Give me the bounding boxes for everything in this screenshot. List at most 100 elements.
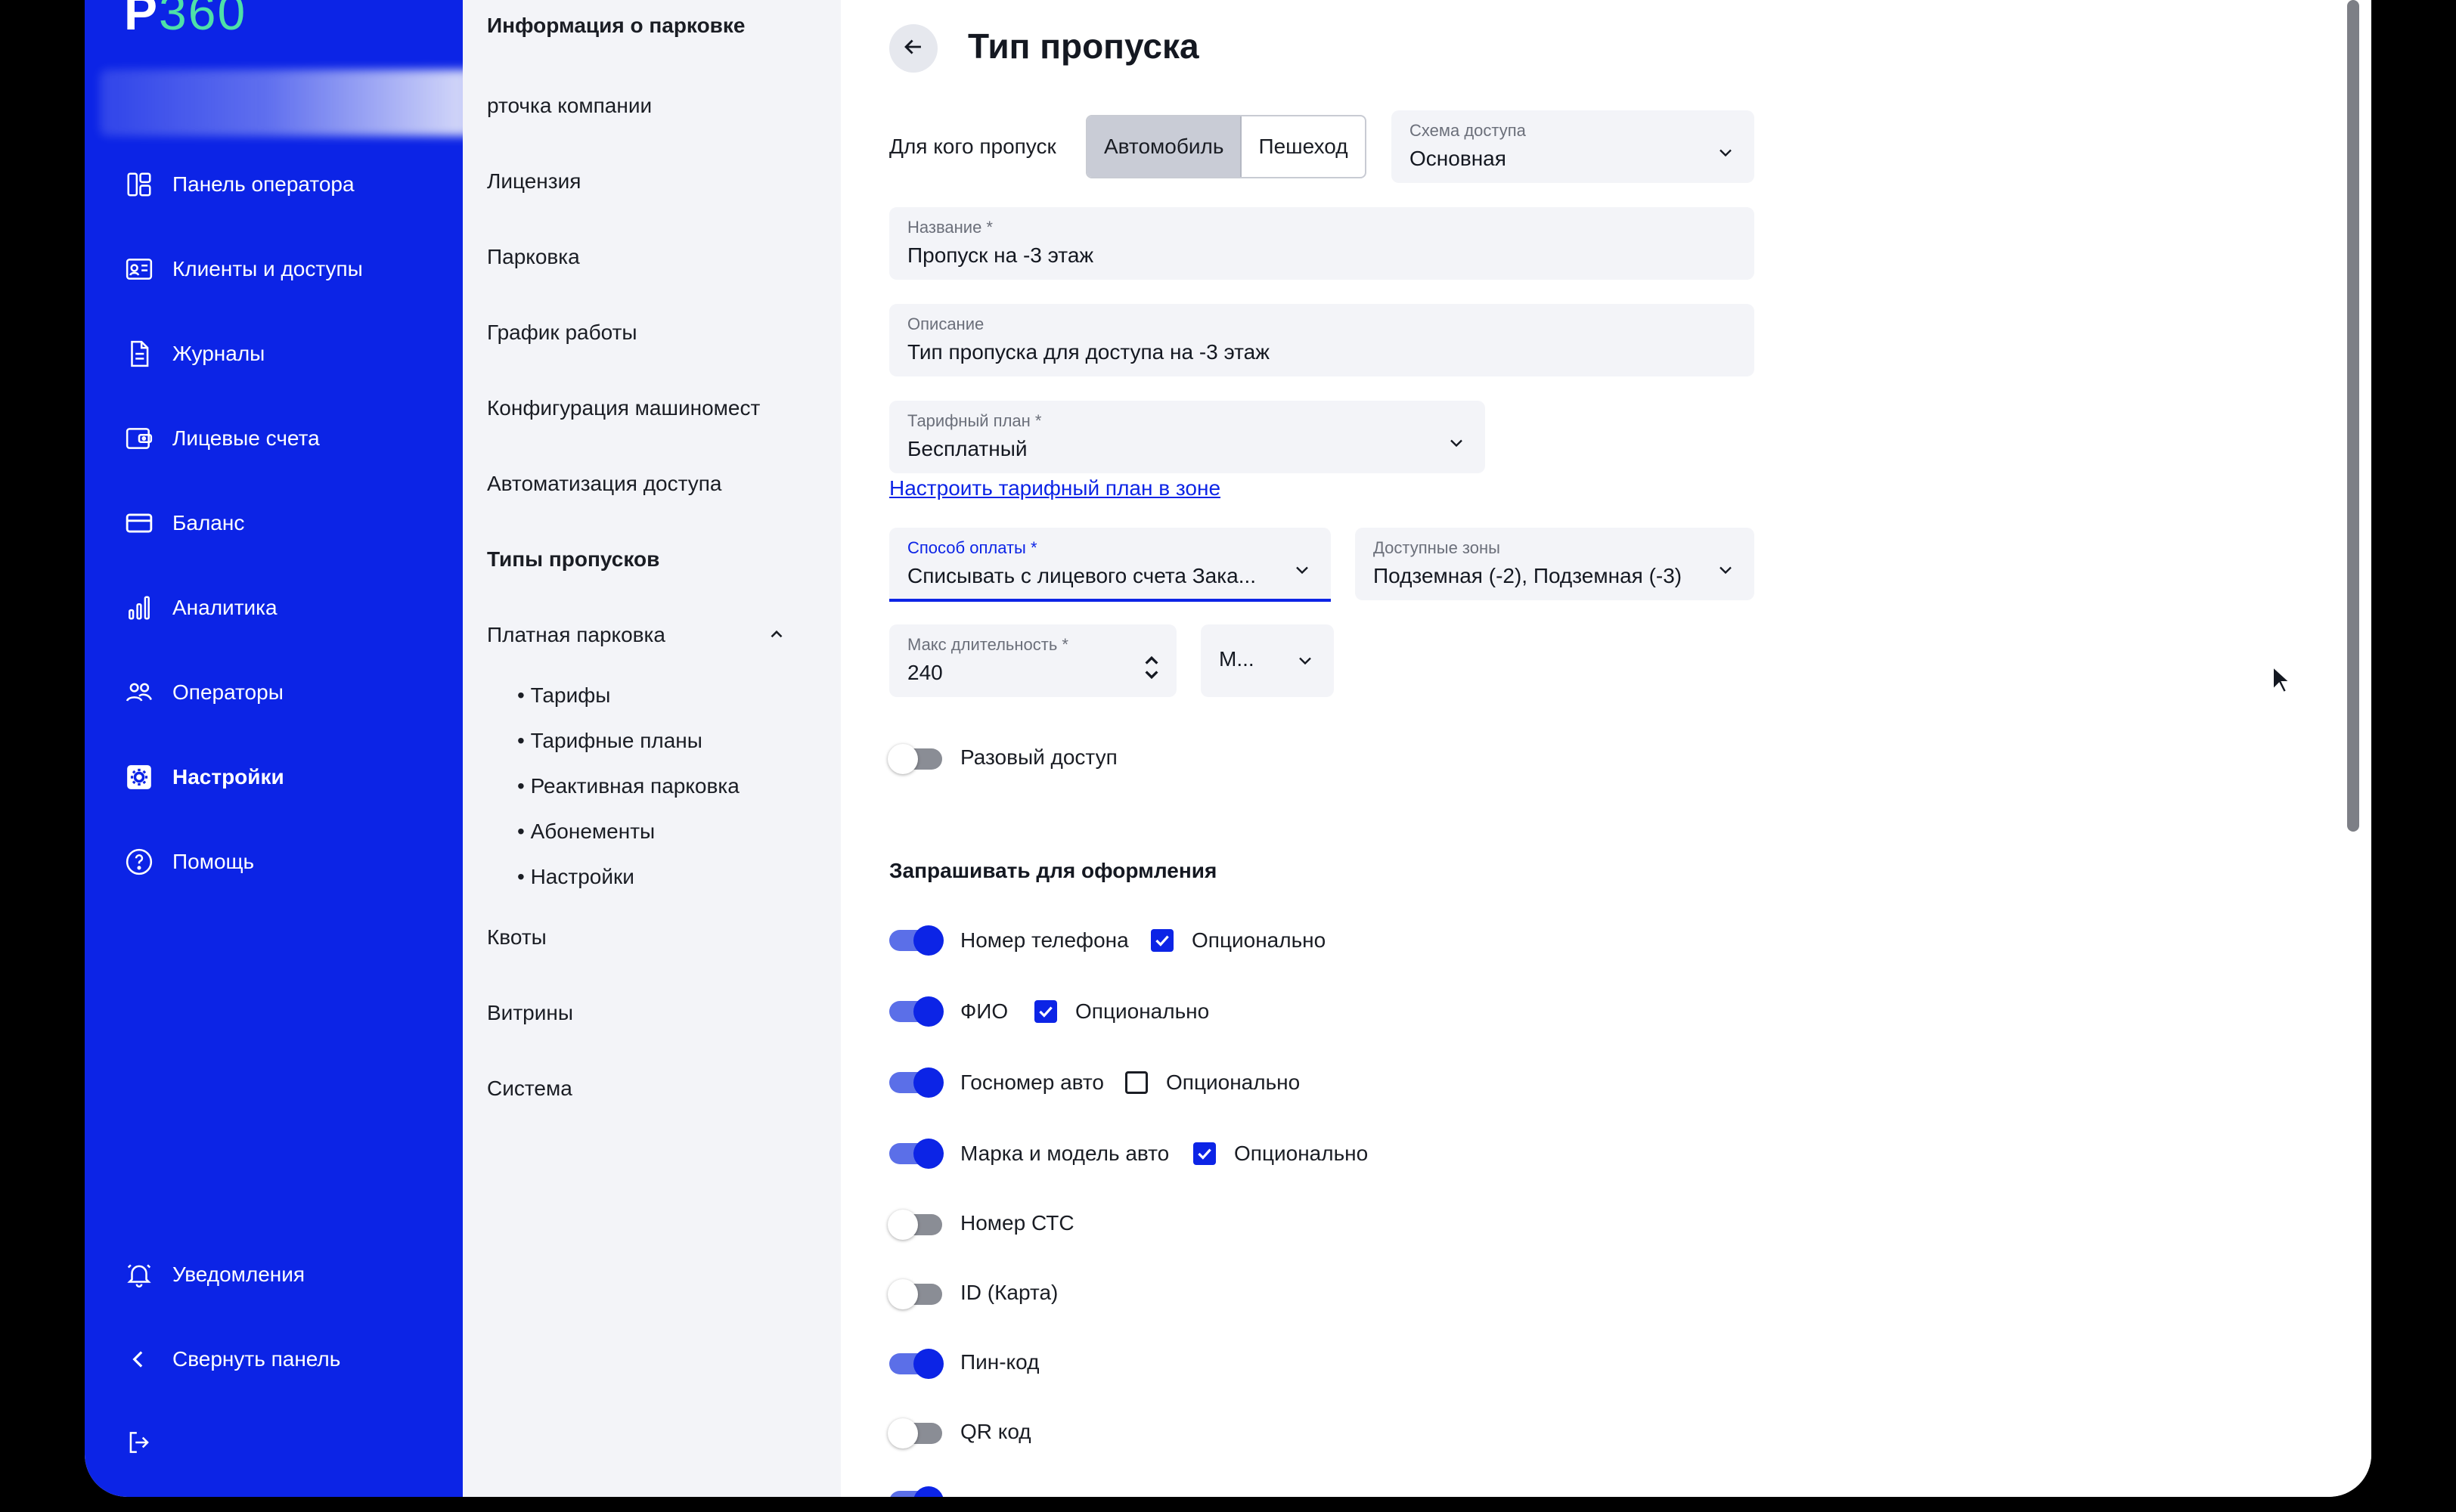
stepper-icon[interactable] — [1143, 653, 1160, 682]
next-request-toggle[interactable] — [889, 1486, 944, 1497]
subnav-child-tariff-plans[interactable]: • Тарифные планы — [517, 729, 702, 753]
fio-optional-checkbox[interactable] — [1034, 1000, 1057, 1023]
wallet-icon — [124, 423, 154, 454]
available-zones-value: Подземная (-2), Подземная (-3) — [1373, 564, 1682, 587]
name-label: Название * — [907, 218, 993, 237]
subnav-item-schedule[interactable]: График работы — [487, 321, 637, 345]
settings-icon — [124, 762, 154, 792]
card-icon — [124, 508, 154, 538]
payment-method-select[interactable]: Способ оплаты * Списывать с лицевого сче… — [889, 528, 1331, 602]
phone-label: Номер телефона — [960, 928, 1129, 952]
car-model-toggle[interactable] — [889, 1139, 944, 1169]
logout-icon — [124, 1427, 154, 1458]
subnav-child-subscriptions[interactable]: • Абонементы — [517, 820, 655, 844]
subnav-item-spaces[interactable]: Конфигурация машиномест — [487, 396, 760, 420]
sidebar-item-label: Журналы — [172, 342, 265, 365]
sidebar-item-analytics[interactable]: Аналитика — [124, 585, 278, 631]
qr-toggle[interactable] — [888, 1418, 942, 1448]
settings-subnav: Информация о парковке рточка компании Ли… — [463, 0, 841, 1497]
document-icon — [124, 339, 154, 369]
subnav-child-settings[interactable]: • Настройки — [517, 865, 634, 889]
card-id-toggle[interactable] — [888, 1279, 942, 1309]
one-time-access-toggle[interactable] — [888, 744, 942, 774]
tariff-plan-label: Тарифный план * — [907, 411, 1042, 430]
fio-toggle[interactable] — [889, 996, 944, 1027]
subnav-item-system[interactable]: Система — [487, 1077, 572, 1101]
subnav-item-pass-types[interactable]: Типы пропусков — [487, 547, 659, 572]
description-field[interactable]: Описание Тип пропуска для доступа на -3 … — [889, 304, 1754, 376]
subnav-item-paid-parking[interactable]: Платная парковка — [487, 623, 665, 647]
chevron-up-icon[interactable] — [767, 624, 786, 644]
max-duration-value: 240 — [907, 661, 943, 684]
sidebar-item-settings[interactable]: Настройки — [124, 754, 284, 800]
fio-optional-label: Опционально — [1075, 999, 1210, 1023]
page-title: Тип пропуска — [968, 26, 1199, 66]
payment-method-label: Способ оплаты * — [907, 538, 1037, 557]
subnav-item-parking[interactable]: Парковка — [487, 245, 580, 269]
subnav-item-automation[interactable]: Автоматизация доступа — [487, 472, 722, 496]
max-duration-field[interactable]: Макс длительность * 240 — [889, 624, 1177, 697]
name-field[interactable]: Название * Пропуск на -3 этаж — [889, 207, 1754, 280]
collapse-panel-label: Свернуть панель — [172, 1347, 341, 1371]
sidebar-item-label: Клиенты и доступы — [172, 257, 363, 280]
sidebar-item-label: Помощь — [172, 850, 255, 873]
car-model-optional-label: Опционально — [1234, 1142, 1369, 1165]
available-zones-select[interactable]: Доступные зоны Подземная (-2), Подземная… — [1355, 528, 1754, 600]
max-duration-label: Макс длительность * — [907, 635, 1068, 654]
scrollbar[interactable] — [2347, 0, 2359, 832]
subnav-child-reactive[interactable]: • Реактивная парковка — [517, 774, 740, 798]
logout-button[interactable] — [124, 1420, 154, 1465]
notifications-button[interactable]: Уведомления — [124, 1252, 305, 1297]
subnav-item-quotas[interactable]: Квоты — [487, 925, 547, 950]
arrow-left-icon — [901, 34, 926, 64]
plate-toggle[interactable] — [889, 1067, 944, 1098]
sidebar-item-operator-panel[interactable]: Панель оператора — [124, 162, 355, 207]
sidebar-item-label: Аналитика — [172, 596, 278, 619]
subnav-item-company[interactable]: рточка компании — [487, 94, 652, 118]
car-model-label: Марка и модель авто — [960, 1142, 1170, 1165]
blurred-account — [100, 70, 523, 136]
mouse-cursor-icon — [2272, 665, 2291, 694]
bar-chart-icon — [124, 593, 154, 623]
notifications-label: Уведомления — [172, 1263, 305, 1286]
sidebar-item-label: Лицевые счета — [172, 426, 320, 450]
sidebar-item-label: Настройки — [172, 765, 284, 789]
duration-unit-select[interactable]: М... — [1201, 624, 1334, 697]
sts-toggle[interactable] — [888, 1210, 942, 1240]
sidebar-item-help[interactable]: Помощь — [124, 839, 254, 885]
pin-toggle[interactable] — [889, 1349, 944, 1379]
main-content: Тип пропуска Для кого пропуск Автомобиль… — [841, 0, 2371, 1497]
sidebar-item-journals[interactable]: Журналы — [124, 331, 265, 376]
sidebar-item-label: Операторы — [172, 680, 284, 704]
plate-optional-checkbox[interactable] — [1125, 1071, 1148, 1094]
back-button[interactable] — [889, 24, 938, 73]
plate-label: Госномер авто — [960, 1070, 1104, 1094]
phone-optional-checkbox[interactable] — [1151, 929, 1174, 952]
access-scheme-select[interactable]: Схема доступа Основная — [1391, 110, 1754, 183]
app-window: P360 Панель оператора Клиенты и доступы … — [85, 0, 2371, 1497]
segment-pedestrian[interactable]: Пешеход — [1242, 116, 1364, 177]
sidebar-item-balance[interactable]: Баланс — [124, 500, 244, 546]
collapse-panel-button[interactable]: Свернуть панель — [124, 1337, 340, 1382]
dashboard-icon — [124, 169, 154, 200]
subnav-item-showcases[interactable]: Витрины — [487, 1001, 573, 1025]
sidebar-item-clients[interactable]: Клиенты и доступы — [124, 246, 363, 292]
configure-tariff-link[interactable]: Настроить тарифный план в зоне — [889, 476, 1220, 500]
sidebar-item-label: Панель оператора — [172, 172, 355, 196]
subnav-header: Информация о парковке — [487, 14, 746, 37]
sidebar: P360 Панель оператора Клиенты и доступы … — [85, 0, 523, 1497]
subnav-item-license[interactable]: Лицензия — [487, 169, 581, 194]
access-scheme-value: Основная — [1409, 147, 1506, 170]
description-label: Описание — [907, 314, 985, 333]
subnav-child-tariffs[interactable]: • Тарифы — [517, 683, 610, 708]
sidebar-item-label: Баланс — [172, 511, 245, 534]
chevron-down-icon — [1720, 149, 1732, 157]
phone-toggle[interactable] — [889, 925, 944, 956]
card-id-label: ID (Карта) — [960, 1281, 1059, 1304]
segment-car[interactable]: Автомобиль — [1087, 116, 1242, 177]
tariff-plan-select[interactable]: Тарифный план * Бесплатный — [889, 401, 1485, 473]
sidebar-item-accounts[interactable]: Лицевые счета — [124, 416, 320, 461]
car-model-optional-checkbox[interactable] — [1193, 1142, 1216, 1165]
sidebar-item-operators[interactable]: Операторы — [124, 670, 284, 715]
help-icon — [124, 847, 154, 877]
